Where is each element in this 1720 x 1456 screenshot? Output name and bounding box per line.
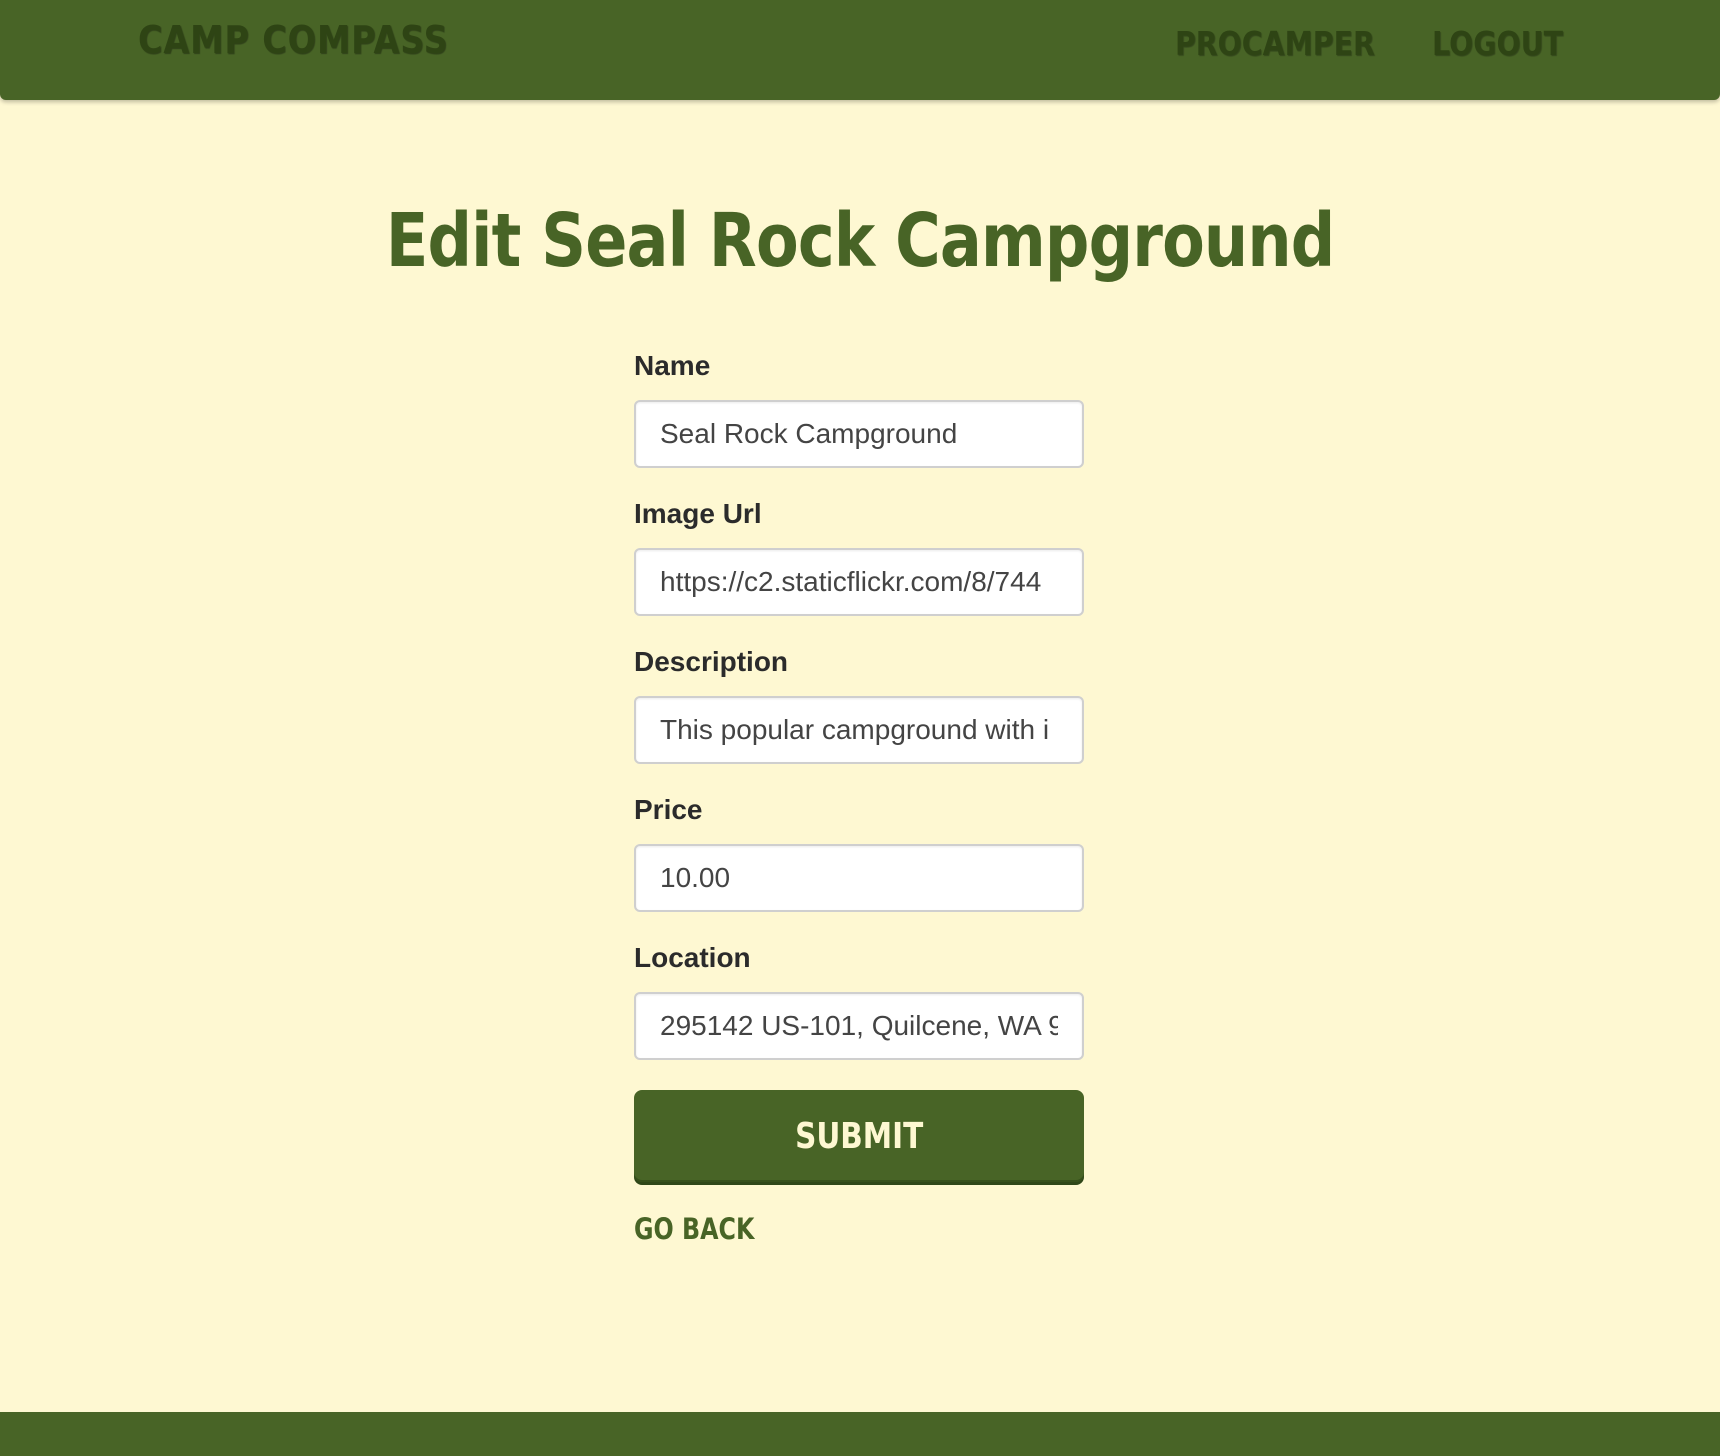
nav-link-procamper[interactable]: PROCAMPER — [1175, 24, 1375, 63]
image-url-input[interactable] — [634, 548, 1084, 616]
price-input[interactable] — [634, 844, 1084, 912]
location-input[interactable] — [634, 992, 1084, 1060]
name-label: Name — [634, 350, 711, 381]
name-input[interactable] — [634, 400, 1084, 468]
brand-logo[interactable]: CAMP COMPASS — [138, 18, 449, 62]
price-label: Price — [634, 794, 703, 825]
nav-link-logout[interactable]: LOGOUT — [1432, 24, 1563, 63]
navbar: CAMP COMPASS PROCAMPER LOGOUT — [0, 0, 1720, 100]
submit-button[interactable]: SUBMIT — [634, 1090, 1084, 1182]
image-url-label: Image Url — [634, 498, 762, 529]
footer — [0, 1412, 1720, 1456]
description-label: Description — [634, 646, 789, 677]
location-label: Location — [634, 942, 751, 973]
page-title: Edit Seal Rock Campground — [385, 198, 1335, 284]
go-back-link[interactable]: GO BACK — [634, 1212, 754, 1246]
submit-button-label: SUBMIT — [794, 1115, 924, 1157]
description-input[interactable] — [634, 696, 1084, 764]
